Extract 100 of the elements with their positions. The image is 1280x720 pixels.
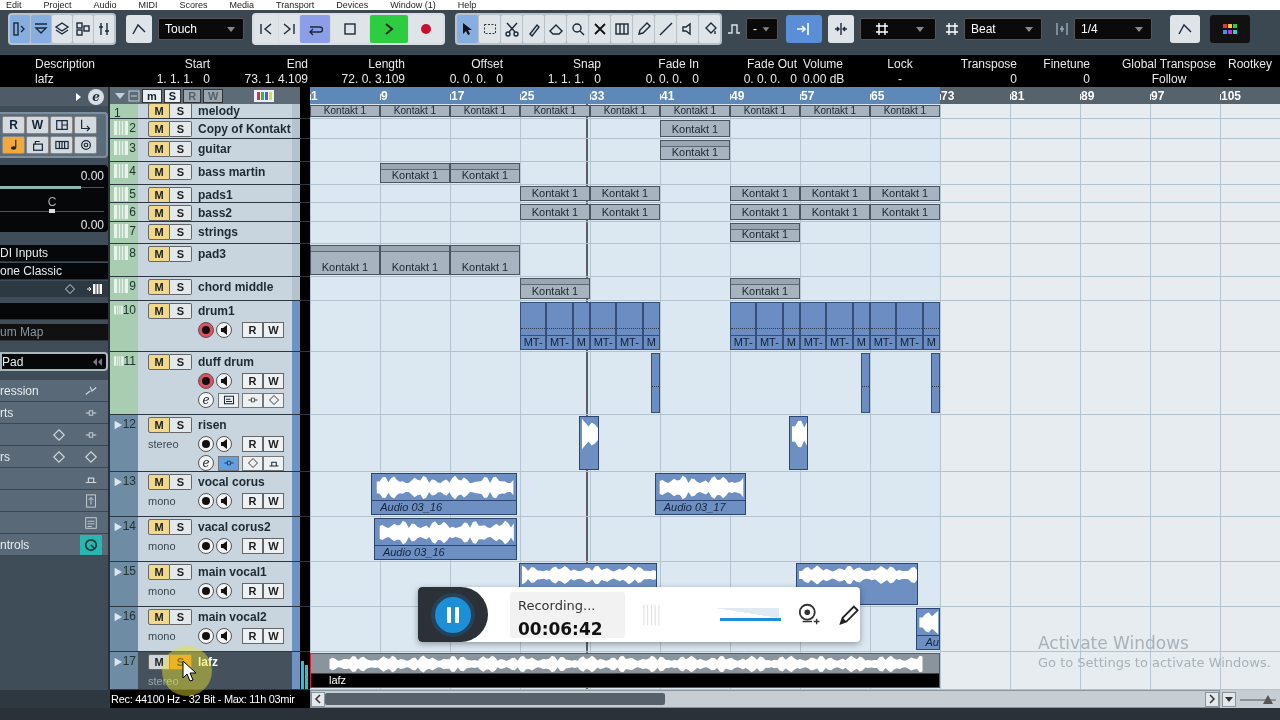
pause-button[interactable] <box>431 592 475 637</box>
lanes-button[interactable] <box>218 392 239 408</box>
track-header[interactable]: M S main vocal1 mono R W <box>138 562 292 606</box>
color-menu-button[interactable] <box>1210 15 1250 43</box>
menu-item[interactable]: Window (1) <box>390 0 436 10</box>
track-header[interactable]: M S chord middle <box>138 277 292 300</box>
midi-part[interactable]: Kontakt 1 <box>660 120 730 137</box>
menu-item[interactable]: Scores <box>179 0 208 10</box>
mute-button[interactable]: M <box>148 246 170 262</box>
time-ruler[interactable]: 1 9 17 25 33 41 49 57 65 73 81 89 97 105 <box>310 87 1280 104</box>
scroll-left-button[interactable] <box>311 691 325 707</box>
solo-button[interactable]: S <box>170 104 192 118</box>
drum-part[interactable]: MT- <box>520 302 547 350</box>
mute-button[interactable]: M <box>148 187 170 202</box>
scroll-right-button[interactable] <box>1205 691 1219 707</box>
tool-button[interactable] <box>699 15 720 43</box>
audio-event[interactable]: Audio 03_16 <box>371 473 518 515</box>
tool-button[interactable] <box>545 15 566 43</box>
mute-button[interactable]: M <box>148 279 170 295</box>
track-header[interactable]: M S bass martin <box>138 162 292 184</box>
drum-part[interactable]: MT- <box>896 302 923 350</box>
record-enable-button[interactable] <box>198 493 214 509</box>
menu-item[interactable]: Project <box>43 0 72 10</box>
drum-part[interactable]: MT- <box>616 302 643 350</box>
mute-button[interactable]: M <box>148 205 170 221</box>
expand-arrow-icon[interactable] <box>74 91 82 102</box>
mute-button[interactable]: M <box>148 474 170 490</box>
bypass-button[interactable] <box>263 455 284 471</box>
read-automation-button[interactable]: R <box>242 373 263 389</box>
inspector-section[interactable] <box>0 424 108 446</box>
audio-event[interactable]: Audio 03_16 <box>373 518 518 560</box>
mute-button[interactable]: M <box>148 564 170 580</box>
solo-button[interactable]: S <box>170 474 192 490</box>
record-enable-button[interactable] <box>198 322 214 338</box>
track-header[interactable]: M S melody <box>138 104 292 118</box>
layout-button[interactable] <box>50 116 73 134</box>
list-icon[interactable] <box>128 89 140 102</box>
midi-part[interactable]: Kontakt 1 <box>520 278 590 299</box>
midi-part[interactable]: Kontakt 1 <box>800 186 870 201</box>
audio-event[interactable]: Audio 03_17 <box>654 473 746 515</box>
track-header[interactable]: M S main vocal2 mono R W <box>138 607 292 651</box>
record-enable-button[interactable] <box>198 628 214 644</box>
record-button[interactable] <box>409 15 443 43</box>
solo-button[interactable]: S <box>170 279 192 295</box>
keys-button[interactable] <box>50 136 73 154</box>
mute-button[interactable]: M <box>148 654 170 670</box>
drum-part[interactable]: MT- <box>800 302 827 350</box>
track-header[interactable]: M S risen stereo R W e <box>138 415 292 471</box>
midi-part[interactable]: Kontakt 1 <box>730 186 800 201</box>
monitor-button[interactable] <box>216 538 232 554</box>
volume-slider[interactable] <box>0 185 104 191</box>
midi-part[interactable]: Kontakt 1 <box>800 204 870 220</box>
mute-button[interactable]: M <box>148 609 170 625</box>
snap-button[interactable] <box>786 15 822 43</box>
drum-part[interactable]: MT- <box>870 302 897 350</box>
mute-button[interactable]: M <box>148 354 170 370</box>
midi-part[interactable]: Kontakt 1 <box>590 204 660 220</box>
note-button[interactable] <box>2 136 25 154</box>
write-automation-button[interactable]: W <box>263 436 284 452</box>
midi-part[interactable]: Kontakt 1 <box>450 105 520 117</box>
tool-button[interactable] <box>567 15 588 43</box>
zoom-preset-button[interactable] <box>1222 691 1236 707</box>
monitor-button[interactable] <box>216 628 232 644</box>
midi-part[interactable]: Kontakt 1 <box>310 105 380 117</box>
grid-type-dropdown[interactable]: Beat <box>964 18 1042 40</box>
zoom-slider-icon[interactable] <box>1238 693 1278 705</box>
lock-button[interactable] <box>26 136 49 154</box>
mute-button[interactable]: M <box>148 417 170 433</box>
track-header[interactable]: M S vacal corus2 mono R W <box>138 517 292 561</box>
midi-part[interactable]: Kontakt 1 <box>380 245 450 275</box>
view-button[interactable] <box>31 15 51 43</box>
drum-part[interactable]: MT- <box>590 302 617 350</box>
tool-button[interactable] <box>677 15 698 43</box>
mute-button[interactable]: M <box>148 121 170 137</box>
scrollbar-thumb[interactable] <box>325 693 665 705</box>
audio-event[interactable]: lafz <box>310 653 940 688</box>
automation-mode-dropdown[interactable]: Touch <box>158 18 244 40</box>
record-enable-button[interactable] <box>198 373 214 389</box>
monitor-button[interactable] <box>216 373 232 389</box>
read-automation-button[interactable]: R <box>242 538 263 554</box>
curve-button[interactable] <box>1170 15 1200 43</box>
midi-part[interactable]: Kontakt 1 <box>590 186 660 201</box>
track-header[interactable]: M S guitar <box>138 139 292 161</box>
solo-button[interactable]: S <box>170 205 192 221</box>
view-button[interactable] <box>52 15 72 43</box>
view-button[interactable] <box>73 15 93 43</box>
cycle-button[interactable] <box>300 15 330 43</box>
read-automation-button[interactable]: R <box>242 436 263 452</box>
diamond-button[interactable] <box>263 392 284 408</box>
collapse-icon[interactable] <box>114 90 126 101</box>
solo-button[interactable]: S <box>170 187 192 202</box>
midi-part[interactable]: Kontakt 1 <box>730 223 800 242</box>
grip-icon[interactable] <box>642 603 660 626</box>
solo-button[interactable]: S <box>170 564 192 580</box>
read-automation-button[interactable]: R <box>242 583 263 599</box>
nudge-dropdown[interactable]: - <box>746 18 778 40</box>
midi-part[interactable]: Kontakt 1 <box>520 186 590 201</box>
midi-part[interactable]: Kontakt 1 <box>730 105 800 117</box>
play-button[interactable] <box>370 15 408 43</box>
monitor-button[interactable] <box>216 436 232 452</box>
